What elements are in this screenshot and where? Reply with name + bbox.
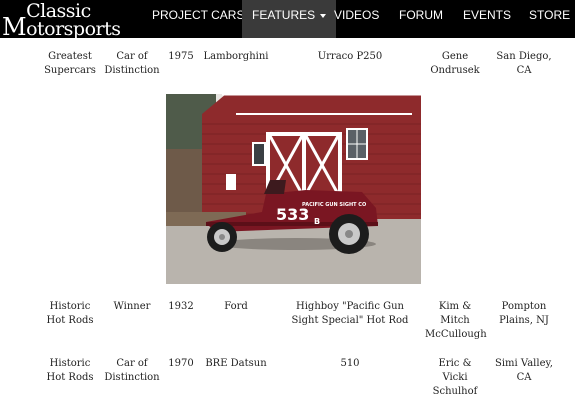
nav-events[interactable]: EVENTS xyxy=(463,0,511,38)
car-photo: 533 B PACIFIC GUN SIGHT CO xyxy=(166,94,421,284)
cell-owner: Gene Ondrusek xyxy=(430,51,480,76)
nav-features[interactable]: FEATURES xyxy=(242,0,337,38)
nav-project-cars[interactable]: PROJECT CARS xyxy=(152,0,244,38)
nav-forum[interactable]: FORUM xyxy=(399,0,443,38)
cell-category: Greatest Supercars xyxy=(44,51,96,76)
cell-model: Highboy "Pacific Gun Sight Special" Hot … xyxy=(291,301,409,326)
cell-owner: Eric & Vicki Schulhof xyxy=(432,358,478,397)
cell-make: Lamborghini xyxy=(203,51,269,62)
logo-line2: Motorsports xyxy=(2,13,121,41)
cell-year: 1932 xyxy=(168,301,194,312)
cell-award: Car of Distinction xyxy=(104,358,160,383)
nav-store[interactable]: STORE xyxy=(529,0,570,38)
chevron-down-icon xyxy=(320,13,327,18)
nav-videos[interactable]: VIDEOS xyxy=(334,0,379,38)
cell-award: Car of Distinction xyxy=(104,51,160,76)
cell-location: San Diego, CA xyxy=(496,51,552,76)
cell-category: Historic Hot Rods xyxy=(46,301,94,326)
cell-year: 1970 xyxy=(168,358,194,369)
car-class-text: B xyxy=(314,217,320,226)
cell-year: 1975 xyxy=(168,51,194,62)
cell-model: 510 xyxy=(340,358,360,369)
cell-owner: Kim & Mitch McCullough xyxy=(425,301,487,340)
cell-location: Simi Valley, CA xyxy=(495,358,553,383)
cell-make: Ford xyxy=(224,301,248,312)
cell-award: Winner xyxy=(113,301,151,312)
car-lettering-text: PACIFIC GUN SIGHT CO xyxy=(302,202,366,208)
top-nav: MClassic Motorsports PROJECT CARS FEATUR… xyxy=(0,0,575,41)
cell-location: Pompton Plains, NJ xyxy=(499,301,549,326)
site-logo[interactable]: MClassic Motorsports xyxy=(2,1,130,41)
cell-make: BRE Datsun xyxy=(205,358,267,369)
cell-model: Urraco P250 xyxy=(317,51,383,62)
cell-category: Historic Hot Rods xyxy=(46,358,94,383)
